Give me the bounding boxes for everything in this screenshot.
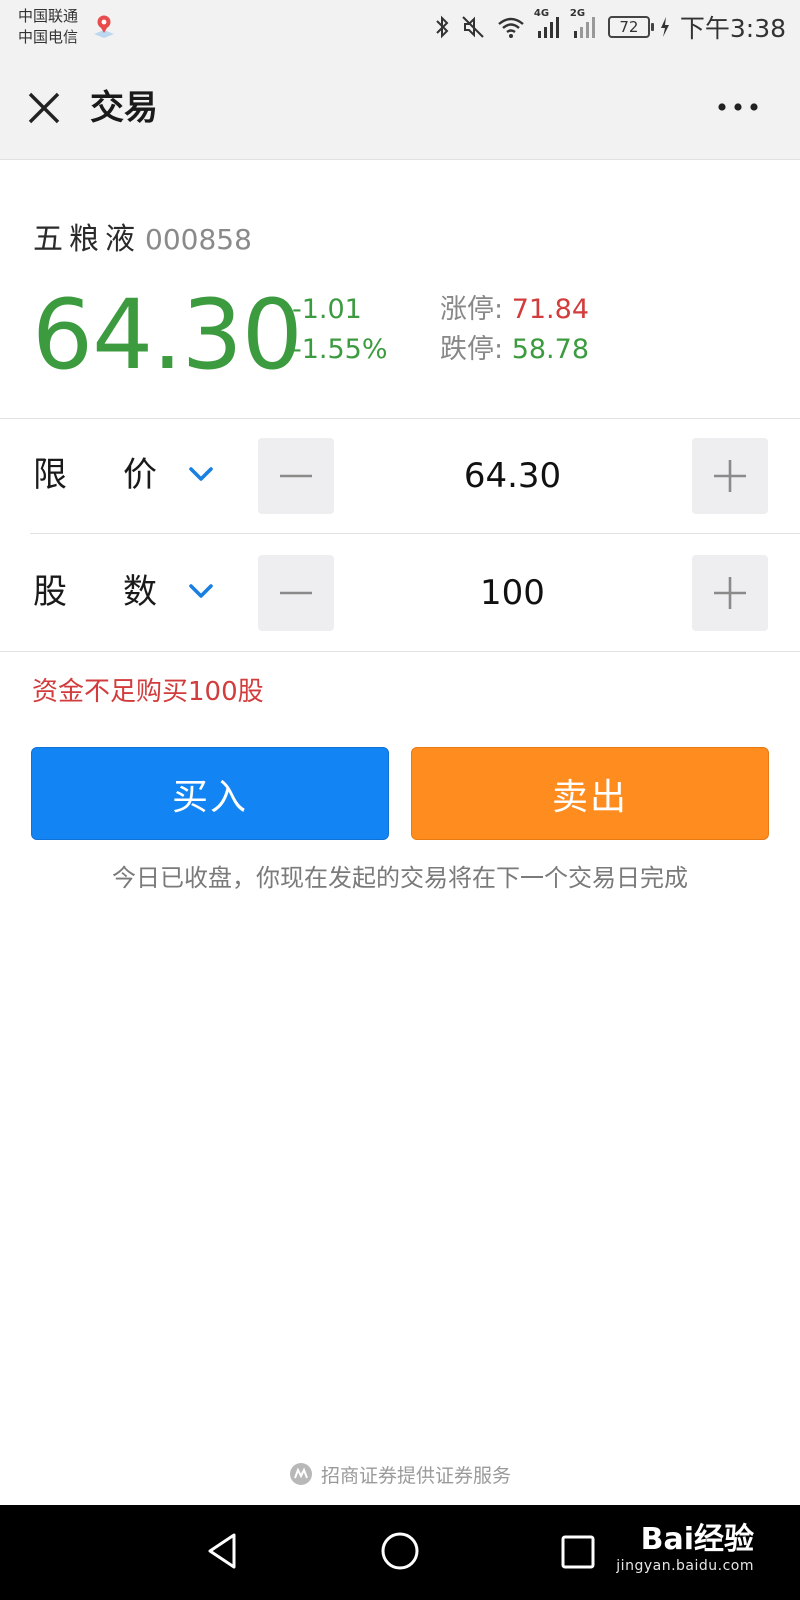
shares-row: 股 数 100 <box>0 535 800 651</box>
carrier-info: 中国联通 中国电信 <box>18 6 78 48</box>
shares-increase-button[interactable] <box>692 555 768 631</box>
recent-apps-button[interactable] <box>561 1535 595 1573</box>
watermark-url: jingyan.baidu.com <box>616 1558 754 1574</box>
sell-button[interactable]: 卖出 <box>411 747 769 840</box>
shares-input[interactable]: 100 <box>340 565 685 621</box>
more-icon <box>718 103 758 111</box>
minus-icon <box>280 591 312 595</box>
price-type-dropdown[interactable] <box>186 462 216 486</box>
chevron-down-icon <box>189 467 213 481</box>
divider <box>0 651 800 652</box>
price-input[interactable]: 64.30 <box>340 448 685 504</box>
shares-label-1: 股 <box>33 572 67 612</box>
price-change: -1.01 -1.55% <box>292 290 388 370</box>
change-percent: -1.55% <box>292 334 388 365</box>
bluetooth-icon <box>436 15 449 39</box>
stock-code: 000858 <box>145 223 252 256</box>
buy-button[interactable]: 买入 <box>31 747 389 840</box>
signal-icon-2: 2G <box>570 8 598 40</box>
close-button[interactable] <box>26 90 62 126</box>
shares-label-2: 数 <box>123 572 157 612</box>
network-type-2: 2G <box>569 8 586 19</box>
status-bar: 中国联通 中国电信 4G 2G 72 下午3:38 <box>0 0 800 56</box>
status-icons: 4G 2G 72 下午3:38 <box>434 8 786 44</box>
price-label-1: 限 <box>33 455 67 495</box>
nav-bar: 交易 <box>0 56 800 160</box>
price-row: 限 价 64.30 <box>0 418 800 534</box>
footer: 招商证券提供证券服务 <box>0 1460 800 1488</box>
stock-name: 五粮液 <box>33 222 141 257</box>
price-increase-button[interactable] <box>692 438 768 514</box>
price-decrease-button[interactable] <box>258 438 334 514</box>
stock-header: 五粮液 000858 <box>33 214 252 260</box>
limit-up-value: 71.84 <box>511 294 589 325</box>
back-triangle-icon <box>208 1533 236 1569</box>
more-button[interactable] <box>714 92 762 122</box>
footer-text: 招商证券提供证券服务 <box>320 1464 511 1487</box>
limit-down-label: 跌停: <box>440 334 504 365</box>
shares-decrease-button[interactable] <box>258 555 334 631</box>
baidu-jingyan-watermark: Bai经验 jingyan.baidu.com <box>616 1523 754 1575</box>
market-closed-notice: 今日已收盘，你现在发起的交易将在下一个交易日完成 <box>112 864 688 892</box>
price-type-selector[interactable]: 限 价 <box>33 452 157 498</box>
limit-up-row: 涨停: 71.84 <box>440 290 589 330</box>
chevron-down-icon <box>189 584 213 598</box>
plus-icon <box>714 460 746 492</box>
map-pin-icon <box>92 14 116 40</box>
mute-icon <box>462 16 484 38</box>
carrier-2: 中国电信 <box>18 28 79 46</box>
clock: 下午3:38 <box>679 14 786 43</box>
limit-up-label: 涨停: <box>440 294 504 325</box>
current-price: 64.30 <box>32 279 303 391</box>
carrier-1: 中国联通 <box>18 7 79 25</box>
recent-square-icon <box>561 1535 595 1569</box>
home-button[interactable] <box>380 1531 420 1575</box>
page-title: 交易 <box>90 88 158 128</box>
price-limits: 涨停: 71.84 跌停: 58.78 <box>440 290 589 370</box>
limit-down-row: 跌停: 58.78 <box>440 330 589 370</box>
charging-icon <box>660 17 669 37</box>
network-type-1: 4G <box>533 8 550 19</box>
divider <box>30 533 800 534</box>
battery-indicator: 72 <box>607 16 654 38</box>
limit-down-value: 58.78 <box>511 334 589 365</box>
shares-type-dropdown[interactable] <box>186 579 216 603</box>
home-circle-icon <box>381 1532 419 1570</box>
insufficient-funds-warning: 资金不足购买100股 <box>32 677 264 707</box>
close-icon <box>28 92 60 124</box>
wifi-icon <box>498 17 524 38</box>
plus-icon <box>714 577 746 609</box>
price-label-2: 价 <box>123 455 157 495</box>
watermark-brand: Bai经验 <box>640 1522 754 1557</box>
minus-icon <box>280 474 312 478</box>
signal-icon: 4G <box>534 8 562 40</box>
system-navigation-bar: Bai经验 jingyan.baidu.com <box>0 1505 800 1600</box>
broker-logo-icon <box>289 1463 312 1485</box>
back-button[interactable] <box>204 1531 240 1575</box>
shares-type-selector[interactable]: 股 数 <box>33 569 157 615</box>
change-amount: -1.01 <box>292 294 362 325</box>
